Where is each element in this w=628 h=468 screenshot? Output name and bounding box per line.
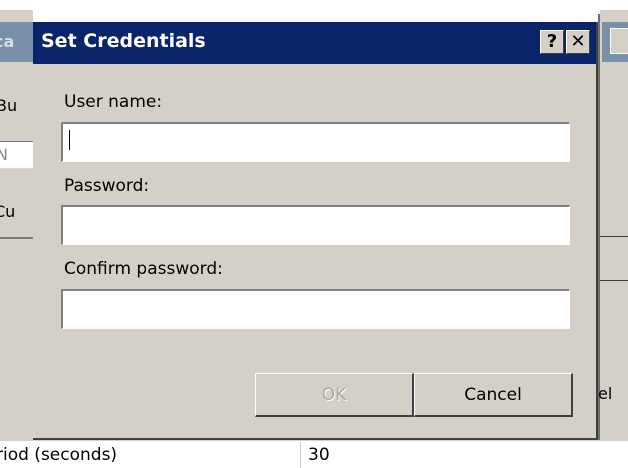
help-button[interactable]: ?	[540, 30, 564, 54]
background-right-divider-2	[600, 280, 628, 281]
background-left-titlebar: ca	[0, 22, 33, 62]
cancel-button[interactable]: Cancel	[414, 373, 573, 417]
username-label: User name:	[64, 92, 163, 112]
background-left-label-2: Cu	[0, 202, 16, 221]
dialog-title: Set Credentials	[41, 30, 206, 52]
dialog-titlebar[interactable]: Set Credentials ? ✕	[33, 22, 596, 64]
background-left-panel	[0, 10, 33, 440]
close-icon: ✕	[570, 31, 586, 52]
username-input[interactable]	[61, 122, 570, 162]
background-left-input-text: N	[0, 145, 8, 164]
set-credentials-dialog: Set Credentials ? ✕ User name: Password:…	[33, 22, 598, 440]
background-right-divider-1	[600, 236, 628, 237]
background-property-label: riod (seconds)	[0, 445, 118, 465]
help-icon: ?	[546, 31, 558, 52]
background-property-separator	[300, 442, 301, 468]
background-right-label: el	[598, 384, 613, 403]
background-left-divider	[0, 237, 33, 239]
text-caret	[69, 130, 70, 150]
ok-button[interactable]: OK	[255, 373, 414, 417]
password-input[interactable]	[61, 205, 570, 245]
background-property-value: 30	[308, 445, 330, 465]
background-right-edge	[598, 14, 600, 440]
close-button[interactable]: ✕	[566, 30, 590, 54]
background-left-title-text: ca	[0, 32, 15, 51]
password-label: Password:	[64, 176, 150, 196]
background-top-strip	[0, 0, 628, 10]
background-left-label-1: Bu	[0, 96, 18, 115]
background-left-input: N	[0, 141, 33, 169]
background-right-panel	[600, 10, 628, 440]
background-right-title-button	[610, 28, 628, 54]
confirm-password-label: Confirm password:	[64, 259, 223, 279]
confirm-password-input[interactable]	[61, 289, 570, 329]
